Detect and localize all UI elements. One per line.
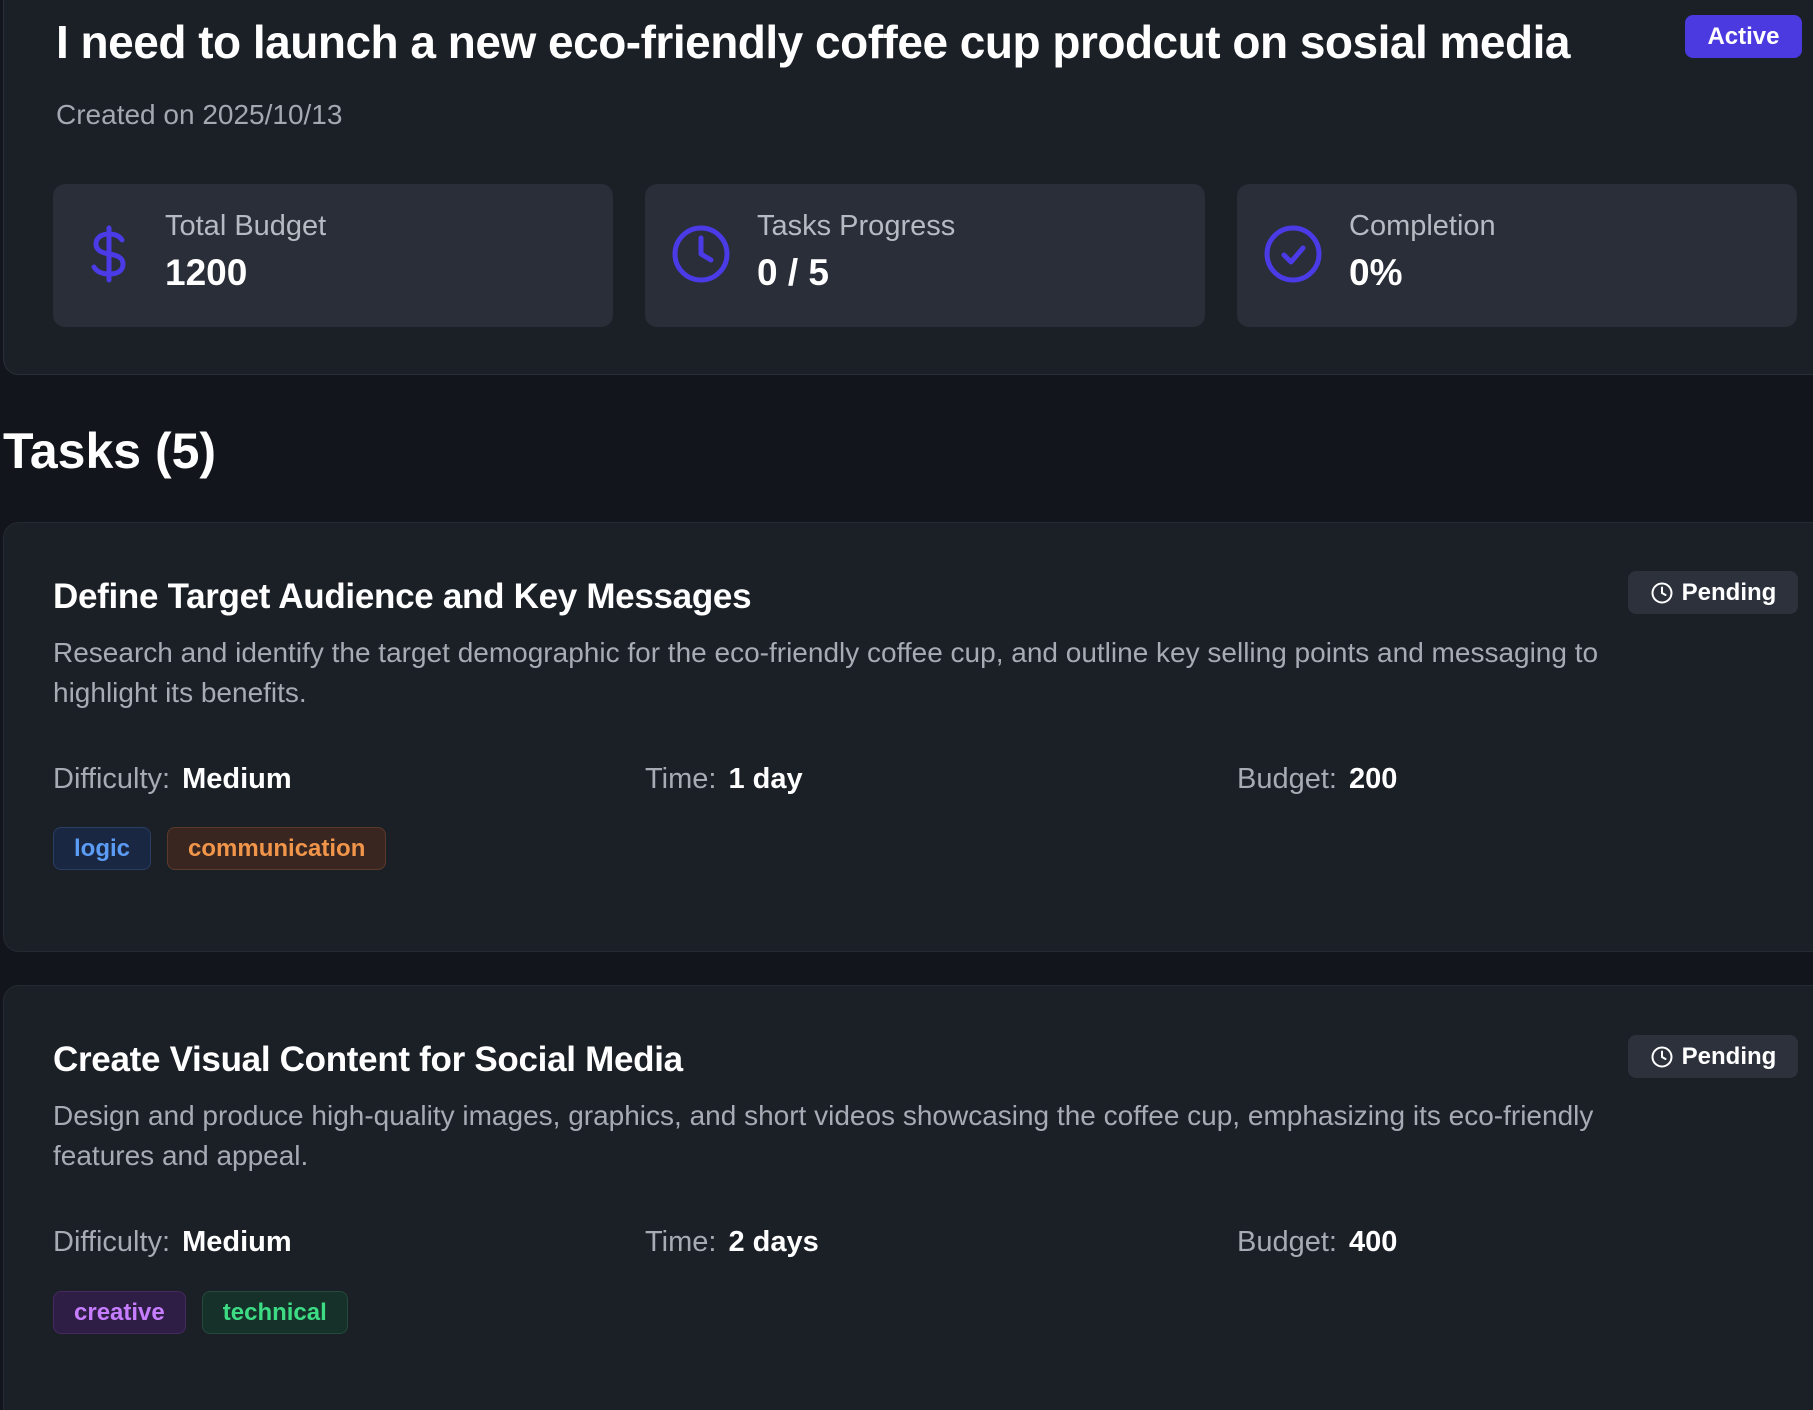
budget-value: 400 — [1348, 1226, 1398, 1258]
tag-creative: creative — [53, 1291, 186, 1334]
stat-label: Total Budget — [165, 210, 327, 242]
task-status-label: Pending — [1681, 578, 1777, 606]
task-description: Research and identify the target demogra… — [53, 637, 1599, 708]
tag-communication: communication — [167, 827, 387, 870]
budget-label: Budget: — [1237, 763, 1337, 795]
task-title: Define Target Audience and Key Messages — [53, 577, 752, 616]
stat-value: 1200 — [165, 252, 248, 293]
budget-label: Budget: — [1237, 1226, 1337, 1258]
stat-label: Completion — [1349, 210, 1496, 242]
difficulty-value: Medium — [182, 1226, 292, 1258]
time-label: Time: — [645, 763, 717, 795]
clock-icon — [672, 225, 730, 283]
stat-label: Tasks Progress — [757, 210, 956, 242]
stat-value: 0% — [1349, 252, 1403, 293]
check-circle-icon — [1264, 225, 1322, 283]
clock-icon — [1651, 1046, 1673, 1067]
difficulty-label: Difficulty: — [53, 1226, 171, 1258]
tasks-heading: Tasks (5) — [3, 423, 217, 479]
task-status-badge: Pending — [1628, 1035, 1798, 1078]
task-status-label: Pending — [1681, 1042, 1777, 1070]
clock-icon — [1651, 582, 1673, 603]
stat-value: 0 / 5 — [757, 252, 829, 293]
project-card: I need to launch a new eco-friendly coff… — [3, 0, 1813, 375]
stat-card-total-budget: Total Budget 1200 — [53, 184, 613, 327]
task-difficulty: Difficulty: Medium — [53, 763, 292, 796]
task-budget: Budget: 400 — [1237, 1226, 1397, 1259]
stat-card-tasks-progress: Tasks Progress 0 / 5 — [645, 184, 1205, 327]
dollar-icon — [91, 225, 126, 283]
created-date: Created on 2025/10/13 — [56, 99, 343, 130]
tag-list: logic communication — [53, 827, 387, 870]
task-time: Time: 2 days — [645, 1226, 819, 1259]
task-status-badge: Pending — [1628, 571, 1798, 614]
task-time: Time: 1 day — [645, 763, 803, 796]
budget-value: 200 — [1348, 763, 1398, 795]
task-description: Design and produce high-quality images, … — [53, 1100, 1594, 1171]
tag-list: creative technical — [53, 1291, 348, 1334]
page: I need to launch a new eco-friendly coff… — [0, 0, 1813, 1410]
time-label: Time: — [645, 1226, 717, 1258]
stat-card-completion: Completion 0% — [1237, 184, 1797, 327]
task-budget: Budget: 200 — [1237, 763, 1397, 796]
difficulty-label: Difficulty: — [53, 763, 171, 795]
tag-logic: logic — [53, 827, 152, 870]
project-title: I need to launch a new eco-friendly coff… — [56, 16, 1570, 68]
time-value: 2 days — [728, 1226, 819, 1258]
time-value: 1 day — [728, 763, 803, 795]
tag-technical: technical — [201, 1291, 348, 1334]
task-card[interactable]: Define Target Audience and Key Messages … — [3, 522, 1813, 952]
task-card[interactable]: Create Visual Content for Social Media P… — [3, 985, 1813, 1410]
task-title: Create Visual Content for Social Media — [53, 1040, 683, 1079]
status-badge: Active — [1685, 15, 1802, 58]
task-difficulty: Difficulty: Medium — [53, 1226, 292, 1259]
difficulty-value: Medium — [182, 763, 292, 795]
